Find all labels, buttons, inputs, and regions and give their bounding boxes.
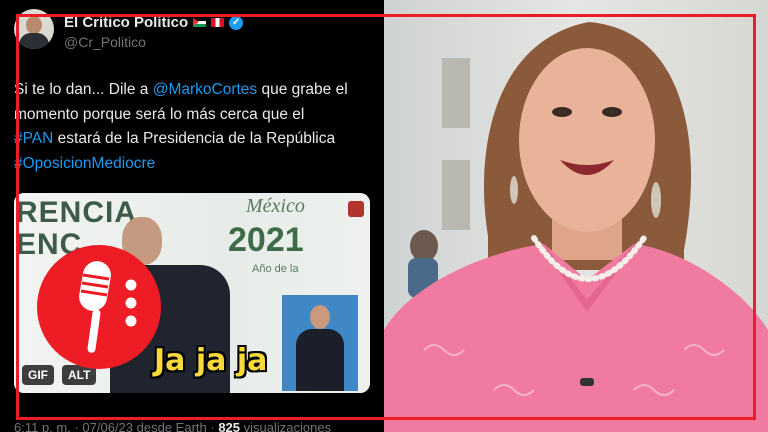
verified-check-icon: ✓ bbox=[229, 15, 244, 30]
views-count: 825 bbox=[218, 420, 241, 432]
tweet-meta: 6:11 p. m. · 07/06/23 desde Earth · 825 … bbox=[14, 420, 331, 432]
peru-flag-icon bbox=[211, 18, 225, 27]
tweet-line-1: Si te lo dan... Dile a @MarkoCortes que … bbox=[14, 81, 348, 98]
banner-year: 2021 bbox=[228, 221, 304, 259]
tweet-line-4: #OposicionMediocre bbox=[14, 152, 376, 177]
banner-country: México bbox=[246, 195, 305, 217]
hashtag-link[interactable]: #PAN bbox=[14, 130, 53, 147]
gif-caption: Ja ja ja bbox=[154, 343, 268, 378]
views-label: visualizaciones bbox=[243, 420, 332, 432]
tweet-text: Si te lo dan... Dile a @MarkoCortes que … bbox=[14, 78, 376, 176]
speaker-photo bbox=[384, 0, 768, 432]
microphone-icon bbox=[79, 261, 137, 353]
mention-link[interactable]: @MarkoCortes bbox=[153, 81, 257, 98]
sign-interpreter-figure bbox=[282, 295, 358, 391]
avatar[interactable] bbox=[14, 9, 54, 49]
display-name[interactable]: El Crítico Político bbox=[64, 14, 188, 31]
gov-logo-icon bbox=[348, 201, 364, 217]
banner-year-caption: Año de la bbox=[252, 263, 299, 275]
speaker-illustration bbox=[384, 22, 768, 432]
tweet-date[interactable]: 07/06/23 bbox=[82, 420, 133, 432]
tweet-time[interactable]: 6:11 p. m. bbox=[14, 420, 71, 432]
hashtag-link[interactable]: #OposicionMediocre bbox=[14, 155, 155, 172]
palestine-flag-icon bbox=[193, 18, 207, 27]
user-handle[interactable]: @Cr_Politico bbox=[64, 34, 146, 50]
tweet-line-3: #PAN estará de la Presidencia de la Repú… bbox=[14, 130, 336, 147]
tweet-line-2: momento porque será lo más cerca que el bbox=[14, 105, 305, 123]
author-row: El Crítico Político ✓ bbox=[64, 14, 244, 31]
tweet-source: desde Earth bbox=[136, 420, 207, 432]
microphone-badge bbox=[37, 245, 161, 369]
